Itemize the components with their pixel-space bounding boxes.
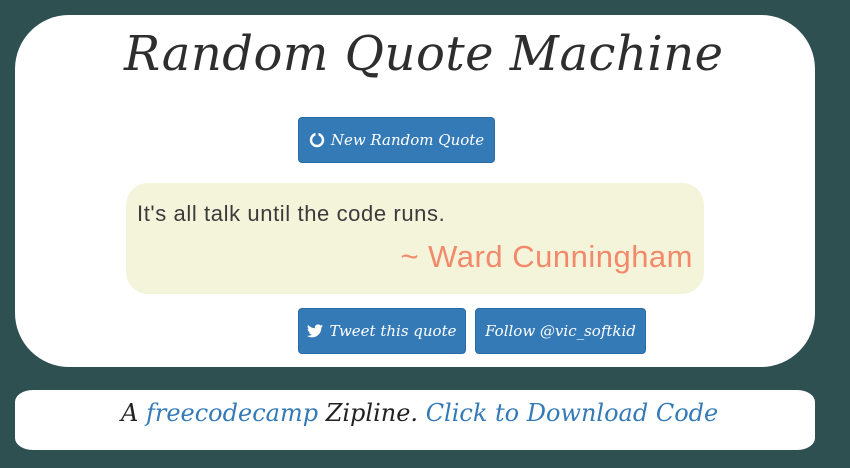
freecodecamp-link[interactable]: freecodecamp: [146, 399, 318, 427]
new-quote-button[interactable]: New Random Quote: [298, 117, 495, 163]
quote-author: ~ Ward Cunningham: [400, 239, 693, 274]
follow-label: Follow @vic_softkid: [485, 322, 636, 340]
footer-line: A freecodecamp Zipline. Click to Downloa…: [121, 399, 718, 427]
tweet-button[interactable]: Tweet this quote: [298, 308, 466, 354]
page-title: Random Quote Machine: [124, 26, 724, 82]
footer-prefix: A: [121, 399, 146, 427]
new-quote-label: New Random Quote: [330, 131, 485, 149]
quote-box: It's all talk until the code runs. ~ War…: [126, 183, 704, 294]
tweet-label: Tweet this quote: [329, 322, 457, 340]
footer-middle: Zipline.: [318, 399, 426, 427]
follow-button[interactable]: Follow @vic_softkid: [475, 308, 646, 354]
circle-refresh-icon: [309, 132, 325, 148]
quote-text: It's all talk until the code runs.: [137, 201, 446, 226]
footer: A freecodecamp Zipline. Click to Downloa…: [15, 390, 815, 450]
twitter-bird-icon: [307, 324, 324, 338]
download-code-link[interactable]: Click to Download Code: [426, 399, 719, 427]
